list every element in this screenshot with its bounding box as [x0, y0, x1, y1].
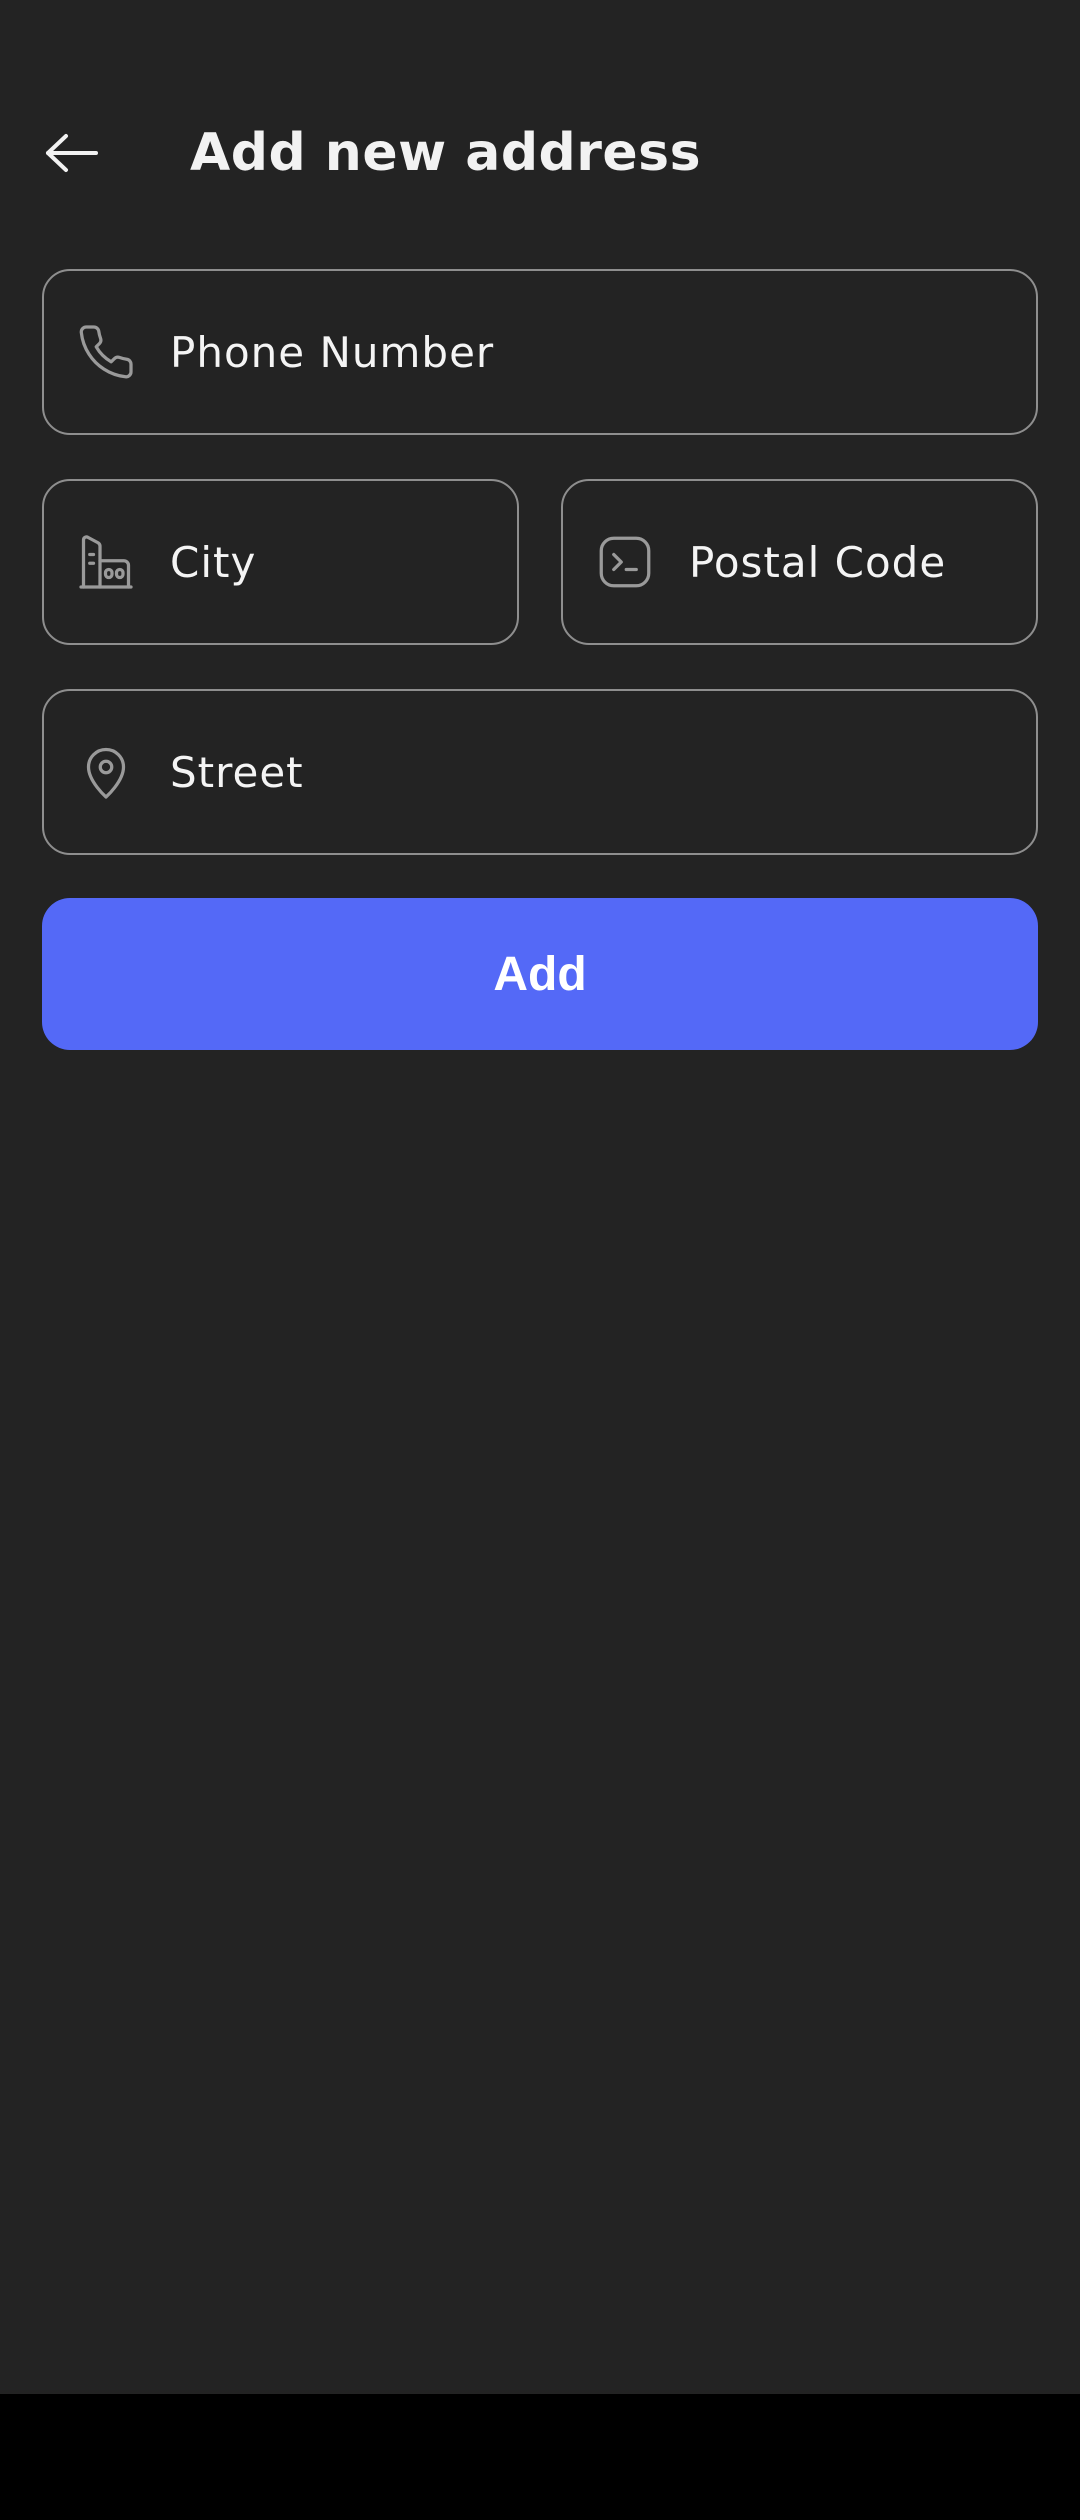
buildings-icon [76, 532, 136, 592]
page-title: Add new address [190, 123, 702, 183]
street-field[interactable] [42, 689, 1038, 855]
phone-icon [76, 322, 136, 382]
phone-number-field[interactable] [42, 269, 1038, 435]
terminal-box-icon [595, 532, 655, 592]
city-field[interactable] [42, 479, 519, 645]
back-button[interactable] [32, 118, 112, 188]
phone-number-input[interactable] [170, 327, 1012, 377]
top-app-bar: Add new address [0, 90, 1080, 215]
add-button[interactable]: Add [42, 898, 1038, 1050]
city-input[interactable] [170, 537, 493, 587]
system-navigation-bar [0, 2394, 1080, 2520]
street-input[interactable] [170, 747, 1012, 797]
map-pin-icon [76, 742, 136, 802]
postal-code-input[interactable] [689, 537, 1012, 587]
postal-code-field[interactable] [561, 479, 1038, 645]
arrow-left-icon [46, 134, 98, 172]
